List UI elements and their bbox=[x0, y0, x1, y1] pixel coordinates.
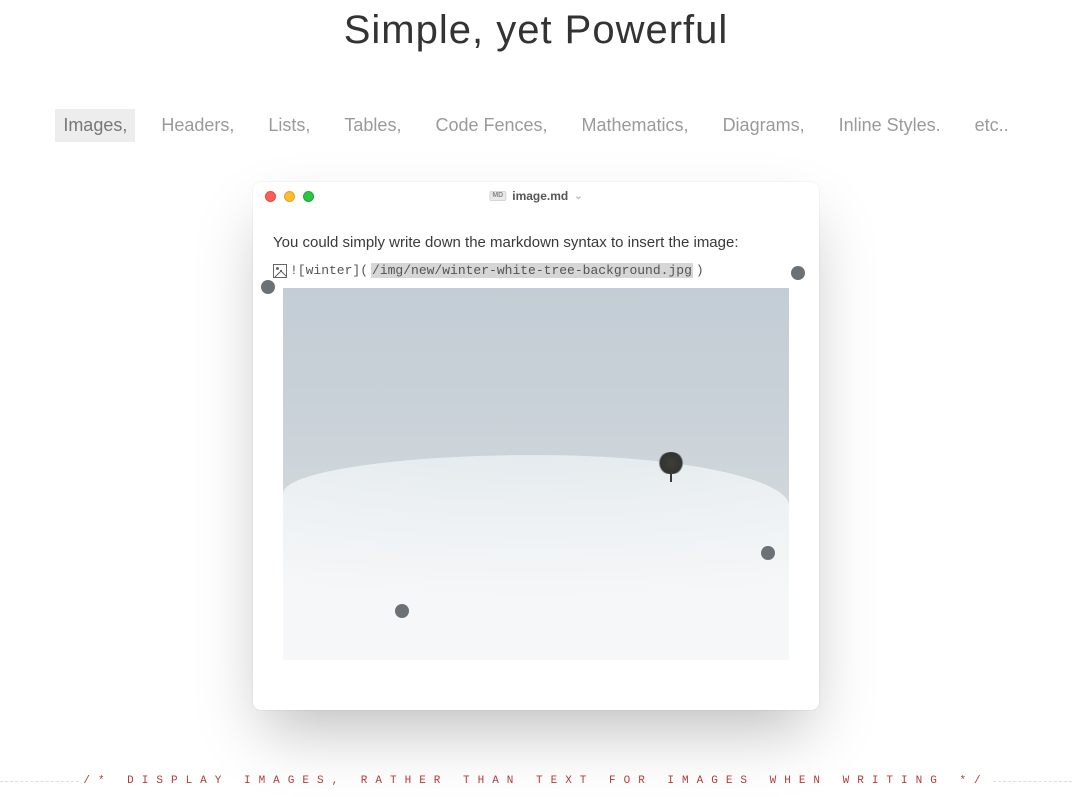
tab-diagrams[interactable]: Diagrams, bbox=[715, 109, 813, 142]
tab-etc[interactable]: etc.. bbox=[967, 109, 1017, 142]
footer-right-marker: */ bbox=[959, 775, 988, 787]
tab-mathematics[interactable]: Mathematics, bbox=[574, 109, 697, 142]
tab-tables[interactable]: Tables, bbox=[336, 109, 409, 142]
page-headline: Simple, yet Powerful bbox=[0, 8, 1072, 53]
footer-left-marker: /* bbox=[83, 775, 112, 787]
window-filename: md image.md ⌄ bbox=[489, 189, 582, 203]
feature-tabs: Images, Headers, Lists, Tables, Code Fen… bbox=[0, 109, 1072, 142]
tab-images[interactable]: Images, bbox=[55, 109, 135, 142]
maximize-icon[interactable] bbox=[303, 191, 314, 202]
syntax-prefix: ![winter]( bbox=[290, 263, 368, 278]
minimize-icon[interactable] bbox=[284, 191, 295, 202]
syntax-suffix: ) bbox=[696, 263, 704, 278]
inserted-image[interactable] bbox=[283, 288, 789, 660]
tree-icon bbox=[657, 452, 685, 482]
resize-handle-bottom-right[interactable] bbox=[761, 546, 775, 560]
syntax-path: /img/new/winter-white-tree-background.jp… bbox=[371, 263, 693, 278]
editor-area[interactable]: You could simply write down the markdown… bbox=[253, 210, 819, 680]
traffic-lights bbox=[265, 191, 314, 202]
tab-inline-styles[interactable]: Inline Styles. bbox=[831, 109, 949, 142]
app-window: md image.md ⌄ You could simply write dow… bbox=[253, 182, 819, 710]
markdown-syntax-line[interactable]: ![winter](/img/new/winter-white-tree-bac… bbox=[273, 263, 799, 278]
tab-headers[interactable]: Headers, bbox=[153, 109, 242, 142]
intro-text: You could simply write down the markdown… bbox=[273, 234, 799, 251]
resize-handle-top-right[interactable] bbox=[791, 266, 805, 280]
tab-lists[interactable]: Lists, bbox=[260, 109, 318, 142]
resize-handle-bottom-left[interactable] bbox=[395, 604, 409, 618]
close-icon[interactable] bbox=[265, 191, 276, 202]
resize-handle-top-left[interactable] bbox=[261, 280, 275, 294]
window-titlebar: md image.md ⌄ bbox=[253, 182, 819, 210]
filetype-badge: md bbox=[489, 191, 506, 201]
image-icon bbox=[273, 264, 287, 278]
winter-photo bbox=[283, 288, 789, 660]
footer-text: DISPLAY IMAGES, RATHER THAN TEXT FOR IMA… bbox=[127, 775, 945, 787]
tab-code-fences[interactable]: Code Fences, bbox=[427, 109, 555, 142]
chevron-down-icon[interactable]: ⌄ bbox=[574, 191, 582, 202]
footer-caption: /* DISPLAY IMAGES, RATHER THAN TEXT FOR … bbox=[0, 775, 1072, 787]
filename-text: image.md bbox=[512, 189, 568, 203]
